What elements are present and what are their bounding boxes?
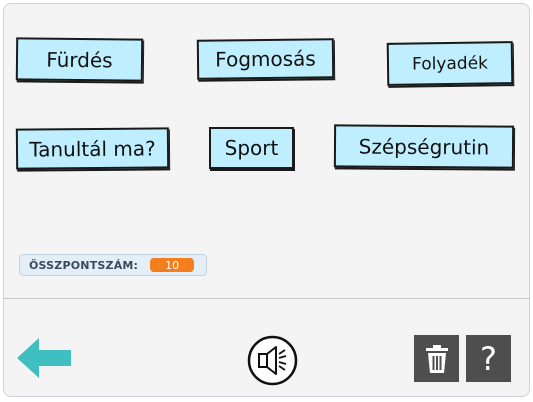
trash-icon bbox=[425, 344, 448, 373]
word-card-folyadek[interactable]: Folyadék bbox=[386, 41, 514, 86]
score-label: ÖSSZPONTSZÁM: bbox=[29, 258, 139, 272]
word-card-label: Fogmosás bbox=[215, 46, 316, 72]
score-box: ÖSSZPONTSZÁM: 10 bbox=[19, 254, 207, 276]
help-button[interactable]: ? bbox=[466, 335, 511, 382]
trash-button[interactable] bbox=[414, 335, 459, 382]
help-icon: ? bbox=[480, 339, 497, 378]
word-card-label: Fürdés bbox=[46, 47, 113, 72]
arrow-left-icon bbox=[17, 338, 71, 378]
word-card-label: Tanultál ma? bbox=[29, 135, 156, 162]
sound-button[interactable] bbox=[247, 335, 298, 386]
game-panel: Fürdés Fogmosás Folyadék Tanultál ma? Sp… bbox=[3, 3, 530, 397]
word-card-furdes[interactable]: Fürdés bbox=[15, 37, 144, 82]
word-card-tanultal-ma[interactable]: Tanultál ma? bbox=[15, 127, 170, 170]
word-card-label: Sport bbox=[224, 136, 279, 160]
back-button[interactable] bbox=[17, 338, 71, 378]
score-value: 10 bbox=[150, 258, 195, 272]
speaker-icon bbox=[247, 335, 298, 386]
word-card-szepsegrutin[interactable]: Szépségrutin bbox=[333, 124, 515, 169]
word-card-label: Folyadék bbox=[411, 52, 489, 75]
word-card-label: Szépségrutin bbox=[358, 134, 490, 159]
word-card-fogmosas[interactable]: Fogmosás bbox=[196, 38, 335, 80]
word-card-sport[interactable]: Sport bbox=[209, 127, 294, 169]
divider bbox=[4, 298, 529, 299]
